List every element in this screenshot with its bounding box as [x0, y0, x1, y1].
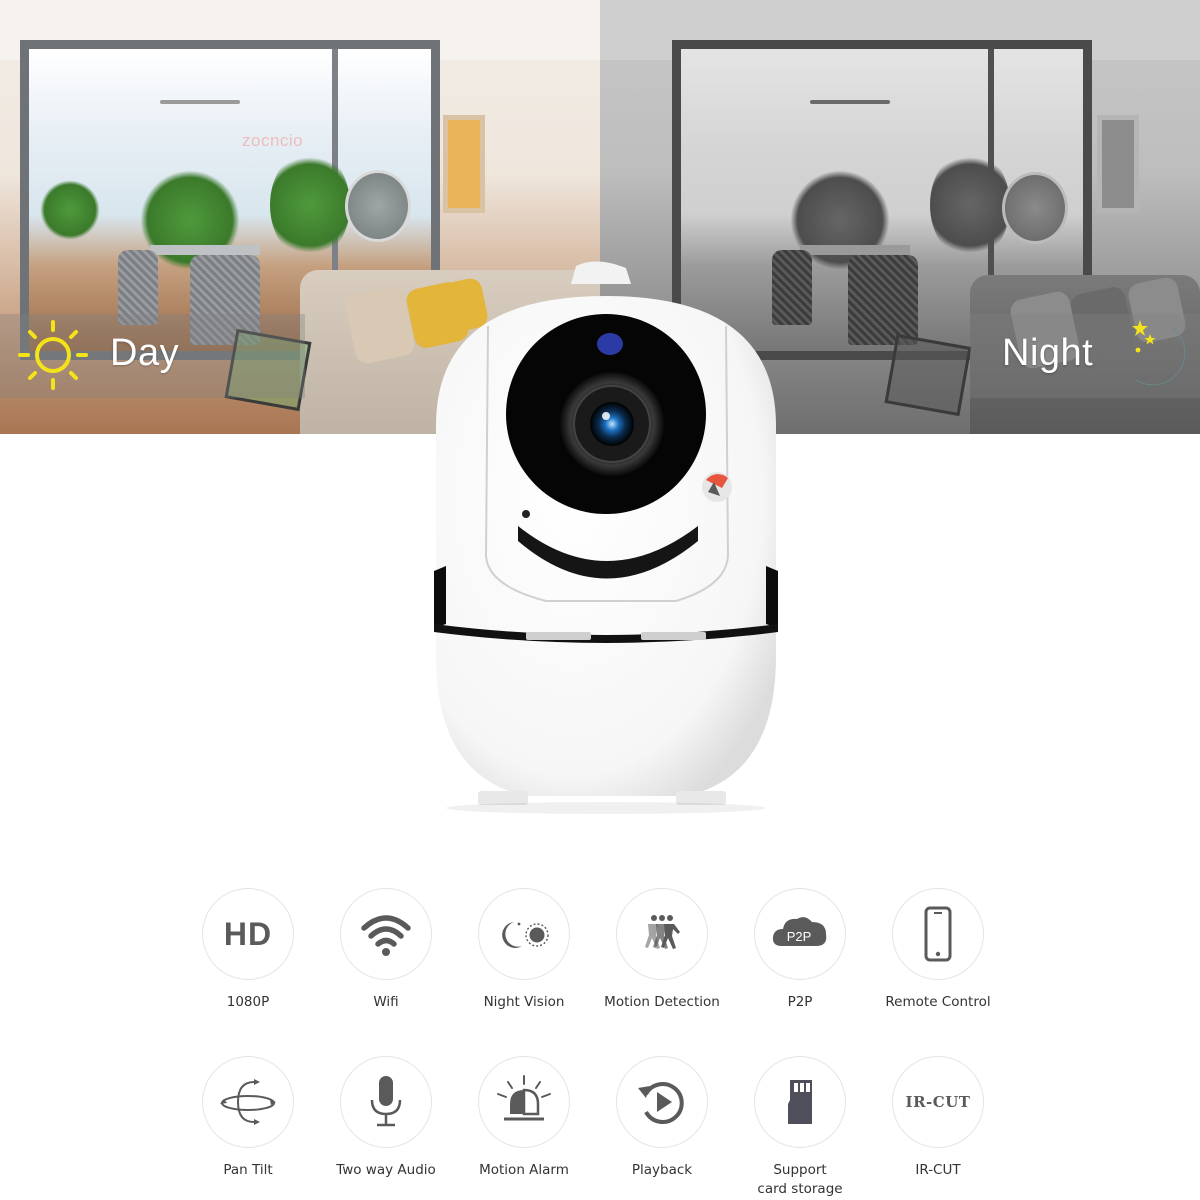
round-mirror	[1002, 172, 1068, 244]
terrarium	[884, 333, 972, 417]
p2p-cloud-icon: P2P	[772, 917, 827, 946]
lens	[590, 402, 634, 446]
round-mirror	[345, 170, 411, 242]
feature-label: IR-CUT	[915, 1162, 961, 1178]
wall-art	[1097, 115, 1139, 213]
siren-icon	[497, 1075, 551, 1121]
feature-icon-circle: P2P	[754, 888, 846, 980]
stars-icon	[1132, 320, 1156, 353]
feature-label: Night Vision	[483, 994, 565, 1010]
feature-p2p: P2P P2P	[730, 888, 870, 1012]
top-nub	[571, 261, 631, 284]
feature-label: Motion Detection	[604, 994, 720, 1010]
feature-icon-circle	[202, 1056, 294, 1148]
feature-icon-circle	[340, 1056, 432, 1148]
p2p-icon-text: P2P	[787, 929, 812, 944]
feature-pan-tilt: Pan Tilt	[178, 1056, 318, 1180]
plant	[40, 180, 100, 240]
feature-label-line: card storage	[757, 1181, 843, 1197]
pan-tilt-icon	[220, 1079, 276, 1125]
plant	[930, 150, 1010, 260]
replay-icon	[638, 1082, 684, 1124]
feature-ir-cut: IR-CUT IR-CUT	[868, 1056, 1008, 1180]
feature-label: Two way Audio	[336, 1162, 436, 1178]
feature-icon-circle	[616, 1056, 708, 1148]
watermark: zocncio	[242, 131, 304, 150]
chair	[848, 255, 918, 345]
day-label: Day	[110, 332, 180, 374]
sun-icon	[18, 320, 88, 390]
feature-label: Wifi	[373, 994, 399, 1010]
feature-two-way-audio: Two way Audio	[316, 1056, 456, 1180]
feature-icon-circle	[340, 888, 432, 980]
mic-hole	[522, 510, 530, 518]
feature-motion-detection: Motion Detection	[592, 888, 732, 1012]
feature-label: Remote Control	[885, 994, 991, 1010]
feature-label: Playback	[631, 1162, 693, 1178]
feature-icon-circle: HD	[202, 888, 294, 980]
ir-cut-icon: IR-CUT	[905, 1093, 971, 1111]
security-camera-product	[426, 256, 786, 816]
feature-wifi: Wifi	[316, 888, 456, 1012]
feature-label: Pan Tilt	[223, 1162, 273, 1178]
wifi-icon	[361, 915, 411, 956]
ceiling-fan	[160, 100, 240, 104]
feature-label: Motion Alarm	[479, 1162, 569, 1178]
feature-icon-circle	[616, 888, 708, 980]
feature-night-vision: Night Vision	[454, 888, 594, 1012]
feature-remote-control: Remote Control	[868, 888, 1008, 1012]
feature-icon-circle	[754, 1056, 846, 1148]
feature-card-storage: Support card storage	[730, 1056, 870, 1199]
feature-label-line: Support	[773, 1162, 827, 1178]
feature-label: 1080P	[226, 994, 270, 1010]
dining-table	[800, 245, 910, 255]
ceiling-fan	[810, 100, 890, 104]
hd-icon: HD	[223, 915, 273, 952]
ir-sensor	[597, 333, 623, 355]
feature-1080p: HD 1080P	[178, 888, 318, 1012]
wall-art	[443, 115, 485, 213]
feature-label: P2P	[787, 994, 813, 1010]
moon-icon	[1132, 320, 1186, 386]
microphone-icon	[370, 1076, 402, 1127]
dining-table	[150, 245, 260, 255]
feature-icon-circle	[478, 1056, 570, 1148]
night-label: Night	[1002, 332, 1094, 374]
feature-icon-circle: IR-CUT	[892, 1056, 984, 1148]
moon-sun-icon	[502, 922, 549, 948]
smartphone-icon	[924, 906, 952, 962]
foot	[478, 791, 528, 805]
sd-card-icon	[788, 1080, 812, 1124]
brand-badge-icon	[702, 472, 732, 502]
feature-motion-alarm: Motion Alarm	[454, 1056, 594, 1180]
running-people-icon	[645, 915, 680, 949]
plant	[270, 150, 350, 260]
feature-icon-circle	[478, 888, 570, 980]
feature-icon-circle	[892, 888, 984, 980]
feature-playback: Playback	[592, 1056, 732, 1180]
feature-label: Support card storage	[730, 1161, 870, 1199]
